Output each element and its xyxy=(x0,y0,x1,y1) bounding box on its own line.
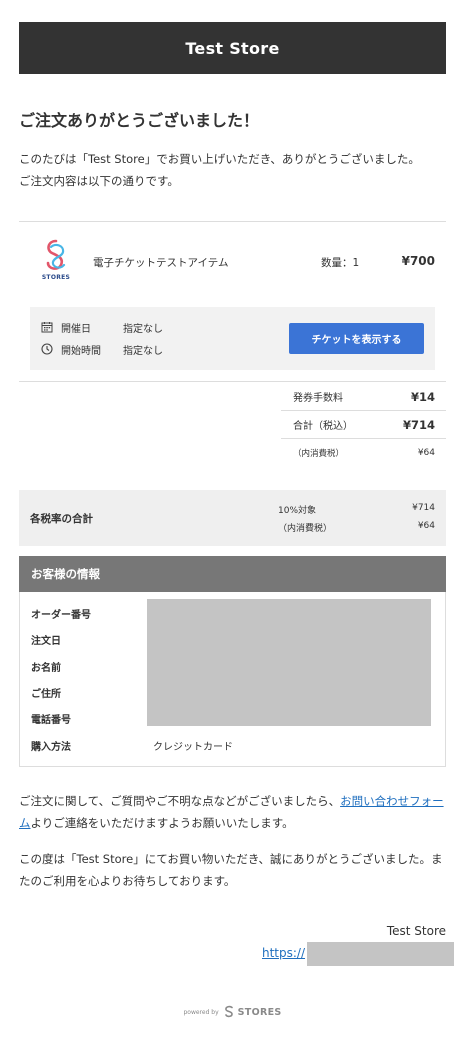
event-time-line: 開始時間 指定なし xyxy=(41,341,163,357)
intro-text: このたびは「Test Store」でお買い上げいただき、ありがとうございました。… xyxy=(19,148,449,192)
tax-included-label: （内消費税） xyxy=(278,524,333,534)
issue-fee-row: 発券手数料 ¥14 xyxy=(281,383,446,411)
signature-store-name: Test Store xyxy=(386,924,446,938)
event-info-box: 開催日 指定なし 開始時間 指定なし チケットを表示する xyxy=(30,307,435,370)
stores-logo-icon: STORES xyxy=(39,238,73,286)
intro-line-1: このたびは「Test Store」でお買い上げいただき、ありがとうございました。 xyxy=(19,152,420,166)
issue-fee-value: ¥14 xyxy=(410,389,435,404)
logo-text: STORES xyxy=(41,274,71,281)
redacted-customer-details xyxy=(147,599,431,726)
total-label: 合計（税込） xyxy=(293,421,353,432)
event-date-label: 開催日 xyxy=(61,323,91,335)
divider xyxy=(19,381,446,382)
order-number-label: オーダー番号 xyxy=(31,610,91,621)
tax-summary-label: 各税率の合計 xyxy=(30,513,93,525)
calendar-icon xyxy=(41,321,53,333)
address-label: ご住所 xyxy=(31,689,61,700)
customer-info-title: お客様の情報 xyxy=(31,567,100,581)
contact-text-before: ご注文に関して、ご質問やご不明な点などがございましたら、 xyxy=(19,794,341,808)
tax-included-value: ¥64 xyxy=(417,521,435,531)
contact-paragraph: ご注文に関して、ご質問やご不明な点などがございましたら、お問い合わせフォームより… xyxy=(19,790,447,834)
store-url-link[interactable]: https:// xyxy=(262,946,305,960)
order-date-label: 注文日 xyxy=(31,636,61,647)
payment-method-value: クレジットカード xyxy=(153,742,233,753)
stores-brand-text: STORES xyxy=(237,1007,282,1018)
tax-rate-summary: 各税率の合計 10%対象 ¥714 （内消費税） ¥64 xyxy=(19,490,446,546)
payment-method-label: 購入方法 xyxy=(31,742,71,753)
event-date-line: 開催日 指定なし xyxy=(41,319,163,335)
intro-line-2: ご注文内容は以下の通りです。 xyxy=(19,174,179,188)
consumption-tax-value: ¥64 xyxy=(417,448,435,458)
closing-paragraph: この度は「Test Store」にてお買い物いただき、誠にありがとうございました… xyxy=(19,852,443,888)
tax-rate-value: ¥714 xyxy=(412,503,435,513)
fee-table: 発券手数料 ¥14 合計（税込） ¥714 （内消費税） ¥64 xyxy=(281,383,446,467)
issue-fee-label: 発券手数料 xyxy=(293,393,343,404)
stores-mark-icon xyxy=(223,1003,235,1022)
item-name: 電子チケットテストアイテム xyxy=(93,257,229,269)
event-time-label: 開始時間 xyxy=(61,345,101,357)
event-time-value: 指定なし xyxy=(123,345,163,357)
item-quantity: 数量：1 xyxy=(321,257,360,269)
phone-label: 電話番号 xyxy=(31,715,71,726)
total-row: 合計（税込） ¥714 xyxy=(281,411,446,439)
powered-by-footer: powered by STORES xyxy=(0,1003,465,1022)
order-item-row: STORES 電子チケットテストアイテム 数量：1 ¥700 xyxy=(19,222,446,304)
thanks-title: ご注文ありがとうございました！ xyxy=(19,111,260,130)
store-name: Test Store xyxy=(185,38,280,58)
consumption-tax-row: （内消費税） ¥64 xyxy=(281,439,446,467)
customer-info-heading: お客様の情報 xyxy=(19,556,446,592)
store-header: Test Store xyxy=(19,22,446,74)
tax-rate-label: 10%対象 xyxy=(278,506,317,516)
customer-info-table: オーダー番号 注文日 お名前 ご住所 電話番号 購入方法 クレジットカード xyxy=(19,592,446,767)
consumption-tax-label: （内消費税） xyxy=(293,449,345,459)
show-ticket-button[interactable]: チケットを表示する xyxy=(289,323,424,354)
powered-by-text: powered by xyxy=(183,1009,219,1016)
event-date-value: 指定なし xyxy=(123,323,163,335)
customer-name-label: お名前 xyxy=(31,663,61,674)
total-value: ¥714 xyxy=(402,417,435,432)
contact-text-after: よりご連絡をいただけますようお願いいたします。 xyxy=(30,816,294,830)
clock-icon xyxy=(41,343,53,355)
item-price: ¥700 xyxy=(401,254,435,268)
redacted-store-url xyxy=(307,942,454,966)
